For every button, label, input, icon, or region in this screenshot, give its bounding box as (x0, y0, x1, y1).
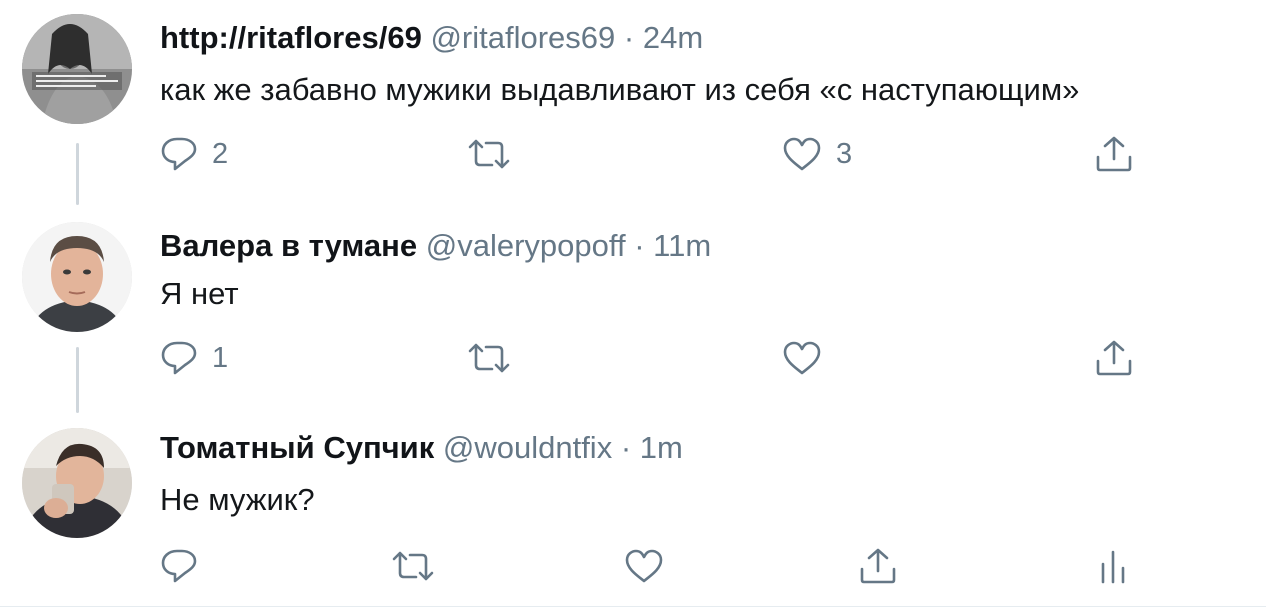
heart-icon (625, 549, 663, 583)
tweet-text: как же забавно мужики выдавливают из себ… (160, 72, 1080, 107)
retweet-icon (468, 139, 510, 169)
tweet-text: Не мужик? (160, 482, 315, 517)
timestamp[interactable]: 24m (643, 20, 703, 55)
display-name[interactable]: Валера в тумане (160, 228, 417, 263)
display-name[interactable]: Томатный Супчик (160, 430, 434, 465)
user-handle[interactable]: @wouldntfix (443, 430, 612, 465)
separator-dot: · (634, 228, 645, 263)
heart-icon (783, 341, 821, 375)
user-handle[interactable]: @valerypopoff (426, 228, 626, 263)
reply-count: 1 (212, 341, 229, 374)
share-button[interactable] (1094, 336, 1134, 380)
separator-dot: · (623, 20, 635, 55)
reply-icon (161, 341, 197, 375)
analytics-icon (1101, 550, 1125, 584)
reply-icon (161, 549, 197, 583)
tweet-thread: http://ritaflores/69 @ritaflores69 · 24m… (0, 0, 1266, 616)
reply-button[interactable] (160, 544, 198, 588)
tweet-header: http://ritaflores/69 @ritaflores69 · 24m (160, 18, 703, 58)
like-button[interactable]: 3 (782, 132, 852, 176)
like-button[interactable] (624, 544, 664, 588)
retweet-button[interactable] (466, 132, 512, 176)
reply-button[interactable]: 1 (160, 336, 228, 380)
retweet-button[interactable] (390, 544, 436, 588)
tweet-2[interactable]: Валера в тумане @valerypopoff · 11m Я не… (0, 208, 1266, 418)
divider (0, 606, 1266, 607)
display-name[interactable]: http://ritaflores/69 (160, 20, 422, 55)
thread-line (76, 143, 79, 205)
reply-icon (161, 137, 197, 171)
reply-button[interactable]: 2 (160, 132, 228, 176)
woman-photo-icon (22, 14, 132, 124)
retweet-icon (468, 343, 510, 373)
avatar[interactable] (22, 14, 132, 124)
share-icon (1096, 136, 1132, 172)
man-photo-icon (22, 222, 132, 332)
timestamp[interactable]: 11m (653, 228, 711, 263)
tweet-text: Я нет (160, 276, 239, 311)
like-count: 3 (836, 137, 853, 170)
share-icon (1096, 340, 1132, 376)
heart-icon (783, 137, 821, 171)
avatar[interactable] (22, 428, 132, 538)
thread-line (76, 347, 79, 413)
retweet-icon (392, 551, 434, 581)
separator-dot: · (620, 430, 632, 465)
timestamp[interactable]: 1m (640, 430, 683, 465)
share-button[interactable] (858, 544, 898, 588)
like-button[interactable] (782, 336, 822, 380)
share-icon (860, 548, 896, 584)
reply-count: 2 (212, 137, 229, 170)
retweet-button[interactable] (466, 336, 512, 380)
user-handle[interactable]: @ritaflores69 (430, 20, 615, 55)
tweet-header: Томатный Супчик @wouldntfix · 1m (160, 428, 683, 468)
analytics-button[interactable] (1098, 544, 1128, 588)
avatar[interactable] (22, 222, 132, 332)
share-button[interactable] (1094, 132, 1134, 176)
tweet-header: Валера в тумане @valerypopoff · 11m (160, 226, 711, 266)
tweet-3[interactable]: Томатный Супчик @wouldntfix · 1m Не мужи… (0, 418, 1266, 608)
tweet-1[interactable]: http://ritaflores/69 @ritaflores69 · 24m… (0, 0, 1266, 208)
young-man-photo-icon (22, 428, 132, 538)
